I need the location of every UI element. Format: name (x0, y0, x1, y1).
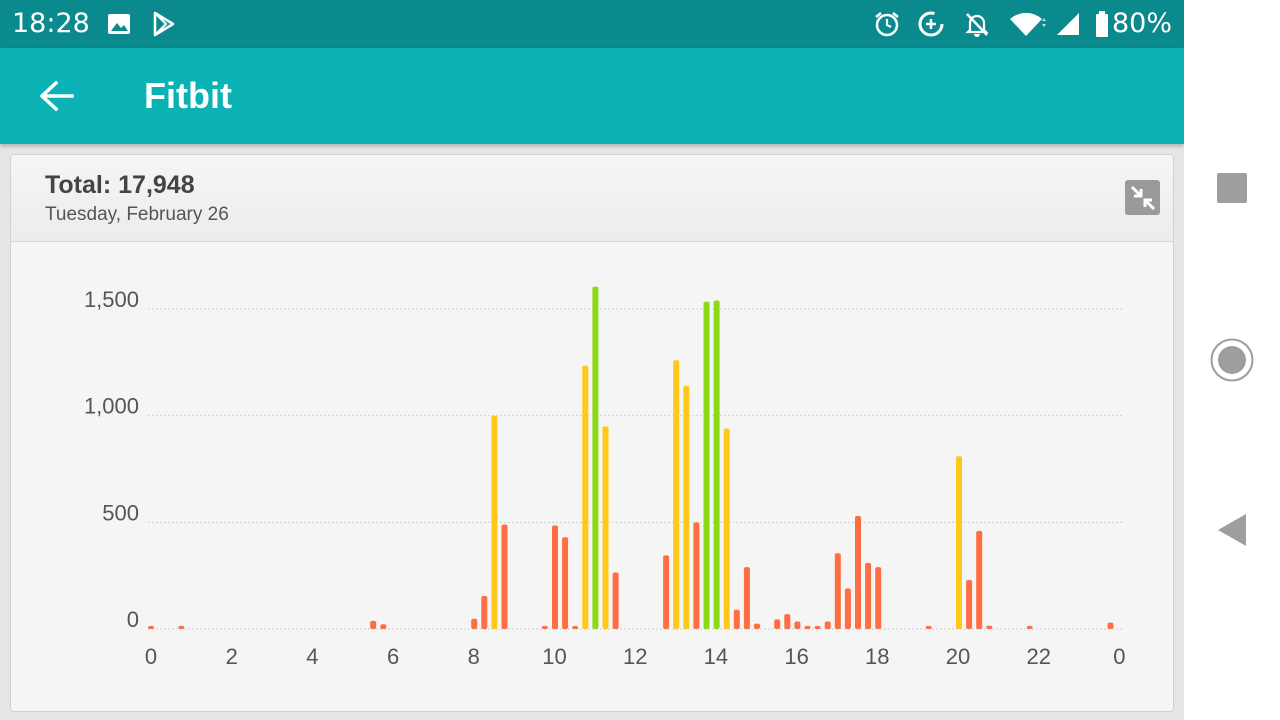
x-tick-label: 2 (226, 644, 238, 669)
step-bar[interactable] (703, 301, 710, 629)
x-tick-label: 10 (542, 644, 566, 669)
step-bar[interactable] (784, 614, 791, 629)
total-steps: Total: 17,948 (45, 171, 195, 199)
card-header: Total: 17,948 Tuesday, February 26 (11, 155, 1173, 242)
step-bar[interactable] (804, 626, 811, 629)
image-icon (106, 10, 132, 38)
x-tick-label: 8 (468, 644, 480, 669)
recents-icon (1217, 173, 1247, 203)
step-bar[interactable] (865, 562, 872, 629)
step-bar[interactable] (723, 428, 730, 629)
step-bar[interactable] (733, 609, 740, 629)
data-saver-icon (916, 10, 946, 38)
battery-level: 80% (1111, 8, 1172, 39)
step-bar[interactable] (814, 626, 821, 629)
step-bar[interactable] (582, 365, 589, 629)
step-bar[interactable] (844, 588, 851, 629)
card-date: Tuesday, February 26 (45, 204, 229, 225)
step-bar[interactable] (148, 626, 154, 629)
recents-button[interactable] (1184, 158, 1280, 218)
step-bar[interactable] (1107, 622, 1114, 629)
step-bar[interactable] (471, 618, 478, 629)
step-bar[interactable] (380, 624, 387, 629)
step-bar[interactable] (956, 456, 962, 629)
step-bar[interactable] (370, 620, 377, 629)
back-button[interactable] (28, 72, 84, 120)
x-tick-label: 14 (704, 644, 728, 669)
step-bar[interactable] (824, 621, 831, 629)
step-bar[interactable] (713, 300, 720, 629)
alarm-icon (872, 10, 902, 38)
step-bar[interactable] (612, 572, 619, 629)
fitbit-screen: 18:28 80% Fitbit Total: 17,948 Tuesday, … (0, 0, 1184, 720)
status-time: 18:28 (12, 8, 90, 39)
back-nav-button[interactable] (1184, 500, 1280, 560)
x-tick-label: 6 (387, 644, 399, 669)
step-bar[interactable] (663, 555, 670, 629)
app-title: Fitbit (144, 75, 232, 116)
navigation-bar (1184, 0, 1280, 720)
x-tick-label: 20 (946, 644, 970, 669)
step-bar[interactable] (855, 515, 861, 629)
home-icon (1210, 338, 1254, 382)
arrow-left-icon (39, 80, 74, 112)
step-bar[interactable] (683, 385, 690, 629)
app-bar: Fitbit (0, 48, 1184, 144)
step-bar[interactable] (602, 426, 609, 629)
step-bar[interactable] (925, 626, 932, 629)
steps-card: Total: 17,948 Tuesday, February 26 0 500 1… (10, 154, 1174, 712)
step-bar[interactable] (491, 415, 498, 629)
notifications-off-icon (962, 10, 992, 38)
y-tick-label: 1,000 (84, 394, 139, 419)
step-bar[interactable] (976, 530, 983, 629)
step-bar[interactable] (501, 524, 508, 629)
step-bar[interactable] (794, 621, 801, 629)
y-tick-label: 0 (127, 607, 139, 632)
collapse-icon (1130, 185, 1155, 210)
step-bar[interactable] (552, 525, 558, 629)
collapse-button[interactable] (1125, 180, 1160, 215)
step-bar[interactable] (481, 595, 488, 629)
battery-icon (1092, 10, 1112, 38)
step-bar[interactable] (673, 360, 680, 629)
status-bar: 18:28 80% (0, 0, 1184, 48)
x-tick-label: 16 (784, 644, 808, 669)
step-bar[interactable] (966, 579, 973, 629)
step-bar[interactable] (986, 625, 993, 629)
step-bar[interactable] (774, 619, 781, 629)
x-tick-label: 18 (865, 644, 889, 669)
step-bar[interactable] (592, 286, 599, 629)
step-bar[interactable] (875, 567, 882, 629)
step-bar[interactable] (178, 626, 185, 629)
x-tick-label: 12 (623, 644, 647, 669)
y-tick-label: 1,500 (84, 287, 139, 312)
x-tick-label: 0 (145, 644, 157, 669)
x-tick-label: 4 (306, 644, 318, 669)
home-button[interactable] (1184, 330, 1280, 390)
step-bar[interactable] (541, 626, 548, 629)
play-store-icon (150, 10, 178, 38)
step-bar[interactable] (834, 553, 841, 629)
step-bar[interactable] (743, 567, 750, 629)
step-bar[interactable] (754, 623, 760, 629)
step-bar[interactable] (562, 537, 569, 629)
steps-chart: 0 500 1,000 1,500 0 2 4 6 8 10 12 14 16 18 20 22 0 (84, 286, 1126, 669)
step-bar[interactable] (572, 626, 579, 629)
y-tick-label: 500 (102, 500, 139, 525)
step-bar[interactable] (1026, 626, 1033, 629)
back-triangle-icon (1218, 514, 1246, 546)
signal-icon (1054, 10, 1082, 38)
wifi-icon (1008, 10, 1048, 38)
step-bar[interactable] (693, 522, 700, 629)
x-tick-label: 22 (1026, 644, 1050, 669)
x-tick-label: 0 (1113, 644, 1125, 669)
